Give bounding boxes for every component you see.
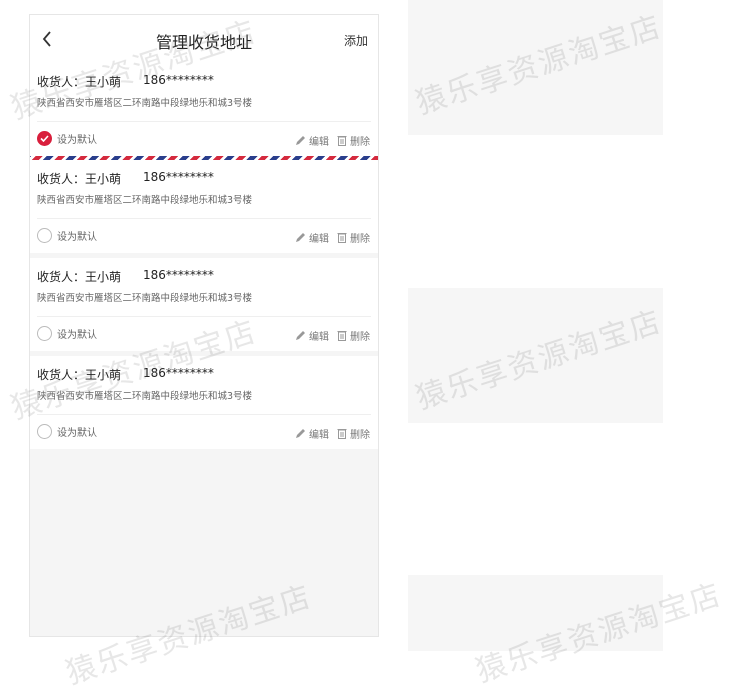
recipient-name: 收货人：王小萌 [37, 270, 122, 284]
edit-button[interactable]: 编辑 [295, 230, 329, 245]
delete-button[interactable]: 删除 [337, 230, 370, 245]
edit-label: 编辑 [309, 430, 329, 441]
delete-button[interactable]: 删除 [337, 133, 370, 148]
address-actions: 设为默认 编辑 删除 [30, 317, 378, 351]
address-actions: 设为默认 编辑 删除 [30, 219, 378, 253]
set-default-label: 设为默认 [57, 428, 97, 439]
set-default-radio[interactable]: 设为默认 [37, 424, 97, 439]
address-card[interactable]: 收货人：王小萌 186******** 陕西省西安市雁塔区二环南路中段绿地乐和城… [30, 258, 378, 351]
recipient-name: 收货人：王小萌 [37, 75, 122, 89]
address-card[interactable]: 收货人：王小萌 186******** 陕西省西安市雁塔区二环南路中段绿地乐和城… [30, 356, 378, 449]
edit-button[interactable]: 编辑 [295, 328, 329, 343]
set-default-label: 设为默认 [57, 232, 97, 243]
address-text: 陕西省西安市雁塔区二环南路中段绿地乐和城3号楼 [37, 98, 253, 109]
edit-label: 编辑 [309, 234, 329, 245]
radio-circle-icon [37, 326, 52, 341]
page-title: 管理收货地址 [155, 33, 252, 52]
address-actions: 设为默认 编辑 删除 [30, 415, 378, 449]
recipient-name: 收货人：王小萌 [37, 368, 122, 382]
address-card[interactable]: 收货人：王小萌 186******** 陕西省西安市雁塔区二环南路中段绿地乐和城… [30, 160, 378, 253]
edit-label: 编辑 [309, 332, 329, 343]
recipient-phone: 186******** [143, 73, 214, 87]
background-panel [408, 575, 663, 651]
pencil-icon [296, 233, 305, 242]
edit-label: 编辑 [309, 137, 329, 148]
address-actions: 设为默认 编辑 删除 [30, 122, 378, 156]
background-panel [408, 288, 663, 423]
background-panel [408, 0, 663, 135]
recipient-name: 收货人：王小萌 [37, 172, 122, 186]
address-info[interactable]: 收货人：王小萌 186******** 陕西省西安市雁塔区二环南路中段绿地乐和城… [30, 63, 378, 113]
address-info[interactable]: 收货人：王小萌 186******** 陕西省西安市雁塔区二环南路中段绿地乐和城… [30, 356, 378, 406]
trash-icon [337, 233, 347, 243]
phone-screen: 管理收货地址 添加 收货人：王小萌 186******** 陕西省西安市雁塔区二… [29, 14, 379, 637]
address-info[interactable]: 收货人：王小萌 186******** 陕西省西安市雁塔区二环南路中段绿地乐和城… [30, 258, 378, 308]
trash-icon [337, 331, 347, 341]
pencil-icon [296, 429, 305, 438]
delete-label: 删除 [350, 332, 370, 343]
address-text: 陕西省西安市雁塔区二环南路中段绿地乐和城3号楼 [37, 293, 253, 304]
pencil-icon [296, 136, 305, 145]
recipient-phone: 186******** [143, 170, 214, 184]
address-info[interactable]: 收货人：王小萌 186******** 陕西省西安市雁塔区二环南路中段绿地乐和城… [30, 160, 378, 210]
trash-icon [337, 136, 347, 146]
delete-button[interactable]: 删除 [337, 328, 370, 343]
radio-circle-icon [37, 228, 52, 243]
radio-circle-icon [37, 424, 52, 439]
set-default-radio[interactable]: 设为默认 [37, 326, 97, 341]
delete-label: 删除 [350, 430, 370, 441]
set-default-radio[interactable]: 设为默认 [37, 131, 97, 146]
check-circle-icon [37, 131, 52, 146]
add-address-button[interactable]: 添加 [344, 32, 368, 49]
delete-label: 删除 [350, 234, 370, 245]
edit-button[interactable]: 编辑 [295, 133, 329, 148]
trash-icon [337, 429, 347, 439]
set-default-radio[interactable]: 设为默认 [37, 228, 97, 243]
address-text: 陕西省西安市雁塔区二环南路中段绿地乐和城3号楼 [37, 391, 253, 402]
address-card[interactable]: 收货人：王小萌 186******** 陕西省西安市雁塔区二环南路中段绿地乐和城… [30, 63, 378, 160]
edit-button[interactable]: 编辑 [295, 426, 329, 441]
recipient-phone: 186******** [143, 268, 214, 282]
delete-button[interactable]: 删除 [337, 426, 370, 441]
set-default-label: 设为默认 [57, 135, 97, 146]
recipient-phone: 186******** [143, 366, 214, 380]
pencil-icon [296, 331, 305, 340]
delete-label: 删除 [350, 137, 370, 148]
address-text: 陕西省西安市雁塔区二环南路中段绿地乐和城3号楼 [37, 195, 253, 206]
set-default-label: 设为默认 [57, 330, 97, 341]
navbar: 管理收货地址 添加 [30, 15, 378, 63]
